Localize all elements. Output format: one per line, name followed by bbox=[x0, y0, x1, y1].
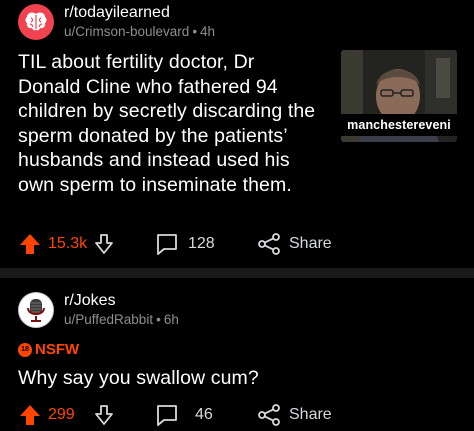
separator-dot: • bbox=[192, 24, 198, 40]
share-button[interactable]: Share bbox=[257, 399, 332, 431]
microphone-icon[interactable] bbox=[18, 292, 54, 328]
share-icon bbox=[257, 403, 281, 427]
comment-bubble-icon bbox=[155, 232, 179, 256]
downvote-button[interactable] bbox=[92, 228, 116, 260]
post-card-jokes[interactable]: r/Jokes u/PuffedRabbit • 6h 18 NSFW Why sa… bbox=[0, 278, 474, 431]
share-icon bbox=[257, 232, 281, 256]
post-age: 6h bbox=[163, 312, 179, 328]
post-action-bar: 15.3k 128 Share bbox=[0, 228, 474, 260]
nsfw-18-badge-icon: 18 bbox=[18, 342, 32, 357]
post-feed: r/todayilearned u/Crimson-boulevard • 4h T… bbox=[0, 0, 474, 431]
post-title[interactable]: TIL about fertility doctor, Dr Donald Cl… bbox=[18, 50, 318, 197]
post-header: r/Jokes u/PuffedRabbit • 6h bbox=[18, 288, 179, 332]
comments-button[interactable]: 128 bbox=[155, 228, 215, 260]
comment-count: 128 bbox=[188, 235, 215, 252]
separator-dot: • bbox=[156, 312, 161, 328]
comment-bubble-icon bbox=[155, 403, 179, 427]
nsfw-tag: 18 NSFW bbox=[18, 341, 79, 358]
post-age: 4h bbox=[200, 24, 216, 40]
share-label: Share bbox=[289, 235, 332, 252]
post-title[interactable]: Why say you swallow cum? bbox=[18, 366, 458, 391]
vote-count: 15.3k bbox=[48, 235, 88, 252]
downvote-arrow-icon bbox=[92, 232, 116, 256]
post-header: r/todayilearned u/Crimson-boulevard • 4h bbox=[18, 0, 215, 44]
upvote-arrow-icon bbox=[18, 403, 42, 427]
subreddit-name[interactable]: r/todayilearned bbox=[64, 4, 215, 22]
downvote-button[interactable] bbox=[92, 399, 116, 431]
post-byline: u/Crimson-boulevard • 4h bbox=[64, 24, 215, 40]
author-name[interactable]: u/Crimson-boulevard bbox=[64, 24, 189, 39]
upvote-button[interactable]: 15.3k bbox=[18, 228, 87, 260]
brain-icon[interactable] bbox=[18, 4, 54, 40]
nsfw-label: NSFW bbox=[35, 341, 80, 358]
comment-count: 46 bbox=[195, 406, 213, 423]
vote-count: 299 bbox=[48, 406, 75, 423]
upvote-button[interactable]: 299 bbox=[18, 399, 75, 431]
post-divider bbox=[0, 268, 474, 278]
upvote-arrow-icon bbox=[18, 232, 42, 256]
post-byline: u/PuffedRabbit • 6h bbox=[64, 312, 179, 328]
comments-button[interactable]: 46 bbox=[155, 399, 213, 431]
share-button[interactable]: Share bbox=[257, 228, 332, 260]
thumbnail-caption: manchestereveni bbox=[341, 114, 457, 136]
post-action-bar: 299 46 Share bbox=[0, 399, 474, 431]
share-label: Share bbox=[289, 406, 332, 423]
post-card-til[interactable]: r/todayilearned u/Crimson-boulevard • 4h T… bbox=[0, 0, 474, 268]
author-name[interactable]: u/PuffedRabbit bbox=[64, 312, 153, 327]
subreddit-name[interactable]: r/Jokes bbox=[64, 292, 179, 310]
downvote-arrow-icon bbox=[92, 403, 116, 427]
